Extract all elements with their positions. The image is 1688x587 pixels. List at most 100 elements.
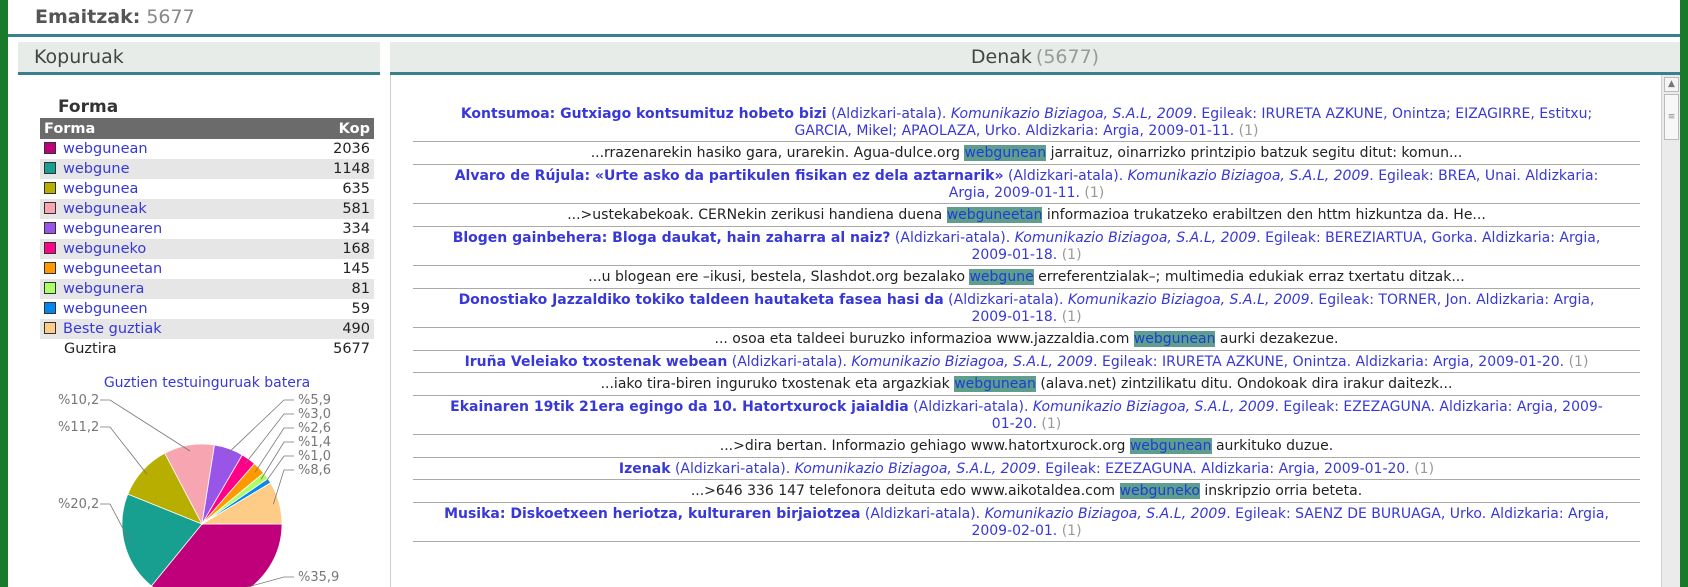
form-link[interactable]: webgunearen xyxy=(63,221,162,237)
form-link[interactable]: webguneak xyxy=(63,201,147,217)
frequency-table: Forma Kop webgunean 2036 webgune 1148 webgun… xyxy=(40,118,374,359)
table-row: Beste guztiak 490 xyxy=(40,319,374,339)
result-title[interactable]: Donostiako Jazzaldiko tokiko taldeen hau… xyxy=(459,292,944,308)
context-after: informazioa trukatzeko erabiltzen den ht… xyxy=(1042,207,1486,223)
result-title[interactable]: Izenak xyxy=(619,461,671,477)
results-scrollbar[interactable]: ▲ ≡ xyxy=(1661,75,1680,587)
context-before: ...rrazenarekin hasiko gara, urarekin. A… xyxy=(590,145,965,161)
pie-leader-line xyxy=(226,399,294,455)
pie-slice-label: %20,2 xyxy=(58,497,99,512)
result-kind: (Aldizkari-atala). xyxy=(860,506,985,522)
table-row: webguneak 581 xyxy=(40,199,374,219)
pie-slice-label: %1,4 xyxy=(298,435,331,450)
result-occurrences[interactable]: (1) xyxy=(1084,185,1104,201)
result-kind: (Aldizkari-atala). xyxy=(826,106,951,122)
result-kind: (Aldizkari-atala). xyxy=(943,292,1068,308)
result-entry: Ekainaren 19tik 21era egingo da 10. Hato… xyxy=(413,396,1640,435)
result-title[interactable]: Alvaro de Rújula: «Urte asko da partikul… xyxy=(455,168,1004,184)
form-cell[interactable]: Beste guztiak xyxy=(40,319,287,339)
context-line: ...>646 336 147 telefonora deituta edo w… xyxy=(413,480,1640,503)
pie-slice-label: %5,9 xyxy=(298,394,331,408)
result-entry: Blogen gainbehera: Bloga daukat, hain za… xyxy=(413,227,1640,266)
pie-chart-title: Guztien testuinguruak batera xyxy=(103,375,311,391)
form-cell[interactable]: webgunean xyxy=(40,139,286,159)
pie-slice-label: %3,0 xyxy=(298,407,331,422)
form-cell[interactable]: webguneetan xyxy=(40,259,286,279)
result-publisher: Komunikazio Biziagoa, S.A.L, 2009 xyxy=(794,461,1037,477)
pie-leader-line xyxy=(254,427,294,473)
results-list-container[interactable]: Kontsumoa: Gutxiago kontsumituz hobeto b… xyxy=(390,75,1662,587)
keyword-highlight: webgunean xyxy=(954,376,1036,392)
result-occurrences[interactable]: (1) xyxy=(1062,247,1082,263)
form-link[interactable]: webguneko xyxy=(63,241,146,257)
app-frame: Emaitzak: 5677 Kopuruak Forma Forma Kop … xyxy=(8,0,1680,587)
context-line: ... osoa eta taldeei buruzko informazioa… xyxy=(413,328,1640,351)
form-link[interactable]: webguneetan xyxy=(63,261,162,277)
result-occurrences[interactable]: (1) xyxy=(1569,354,1589,370)
pie-slice-label: %10,2 xyxy=(58,394,99,408)
context-before: ...>ustekabekoak. CERNekin zerikusi hand… xyxy=(567,207,947,223)
result-publisher: Komunikazio Biziagoa, S.A.L, 2009 xyxy=(984,506,1227,522)
context-after: (alava.net) zintzilikatu ditu. Ondokoak … xyxy=(1035,376,1453,392)
pie-leader-line xyxy=(260,441,294,480)
context-line: ...iako tira-biren inguruko txostenak et… xyxy=(413,373,1640,396)
scroll-up-arrow-icon[interactable]: ▲ xyxy=(1664,77,1679,92)
result-title[interactable]: Kontsumoa: Gutxiago kontsumituz hobeto b… xyxy=(461,106,827,122)
count-cell: 2036 xyxy=(333,141,370,157)
form-link[interactable]: webgune xyxy=(63,161,130,177)
form-link[interactable]: Beste guztiak xyxy=(63,321,162,337)
form-link[interactable]: webgunean xyxy=(63,141,148,157)
total-count: 5677 xyxy=(333,341,370,357)
form-cell[interactable]: webgunearen xyxy=(40,219,286,239)
result-title[interactable]: Iruña Veleiako txostenak webean xyxy=(465,354,728,370)
form-cell[interactable]: webgune xyxy=(40,159,287,179)
result-occurrences[interactable]: (1) xyxy=(1062,309,1082,325)
context-after: aurkituko duzue. xyxy=(1211,438,1334,454)
color-swatch-icon xyxy=(44,322,56,334)
form-link[interactable]: webgunera xyxy=(63,281,144,297)
result-entry: Izenak (Aldizkari-atala). Komunikazio Bi… xyxy=(413,458,1640,480)
counts-panel: Kopuruak Forma Forma Kop webgunean 2036 we… xyxy=(18,42,380,587)
column-header-kop: Kop xyxy=(286,118,374,139)
result-title[interactable]: Ekainaren 19tik 21era egingo da 10. Hato… xyxy=(450,399,909,415)
color-swatch-icon xyxy=(44,222,56,234)
color-swatch-icon xyxy=(44,302,56,314)
total-row: Guztira 5677 xyxy=(40,339,374,359)
table-row: webgune 1148 xyxy=(40,159,374,179)
result-occurrences[interactable]: (1) xyxy=(1041,416,1061,432)
scrollbar-thumb[interactable]: ≡ xyxy=(1664,94,1679,140)
form-link[interactable]: webguneen xyxy=(63,301,148,317)
all-results-header: Denak (5677) xyxy=(390,42,1680,75)
context-line: ...>dira bertan. Informazio gehiago www.… xyxy=(413,435,1640,458)
results-list: Kontsumoa: Gutxiago kontsumituz hobeto b… xyxy=(391,75,1662,542)
form-link[interactable]: webgunea xyxy=(63,181,138,197)
context-before: ...>646 336 147 telefonora deituta edo w… xyxy=(690,483,1120,499)
counts-panel-title: Kopuruak xyxy=(18,42,380,75)
count-cell: 59 xyxy=(351,301,370,317)
result-entry: Donostiako Jazzaldiko tokiko taldeen hau… xyxy=(413,289,1640,328)
pie-chart: %35,9 %20,2 %11,2 %10,2 %5,9 %3,0 %2,6 %1,4 %1,0… xyxy=(40,393,374,587)
result-details: . Egileak: EZEZAGUNA. Aldizkaria: Argia,… xyxy=(1036,461,1415,477)
form-cell[interactable]: webgunea xyxy=(40,179,286,199)
results-label: Emaitzak: xyxy=(35,6,141,28)
form-cell[interactable]: webguneak xyxy=(40,199,287,219)
color-swatch-icon xyxy=(44,242,56,254)
form-cell[interactable]: webguneen xyxy=(40,299,286,319)
form-cell[interactable]: webgunera xyxy=(40,279,287,299)
result-occurrences[interactable]: (1) xyxy=(1239,123,1259,139)
form-cell[interactable]: webguneko xyxy=(40,239,287,259)
color-swatch-icon xyxy=(44,202,56,214)
result-publisher: Komunikazio Biziagoa, S.A.L, 2009 xyxy=(950,106,1193,122)
result-publisher: Komunikazio Biziagoa, S.A.L, 2009 xyxy=(1032,399,1275,415)
result-title[interactable]: Blogen gainbehera: Bloga daukat, hain za… xyxy=(453,230,891,246)
result-occurrences[interactable]: (1) xyxy=(1414,461,1434,477)
context-before: ...iako tira-biren inguruko txostenak et… xyxy=(600,376,955,392)
table-row: webguneko 168 xyxy=(40,239,374,259)
pie-slice-label: %1,0 xyxy=(298,449,331,464)
result-title[interactable]: Musika: Diskoetxeen heriotza, kulturaren… xyxy=(444,506,860,522)
result-occurrences[interactable]: (1) xyxy=(1062,523,1082,539)
count-cell: 490 xyxy=(286,319,374,339)
table-row: webgunea 635 xyxy=(40,179,374,199)
pie-slice-label: %8,6 xyxy=(298,463,331,478)
result-entry: Alvaro de Rújula: «Urte asko da partikul… xyxy=(413,165,1640,204)
